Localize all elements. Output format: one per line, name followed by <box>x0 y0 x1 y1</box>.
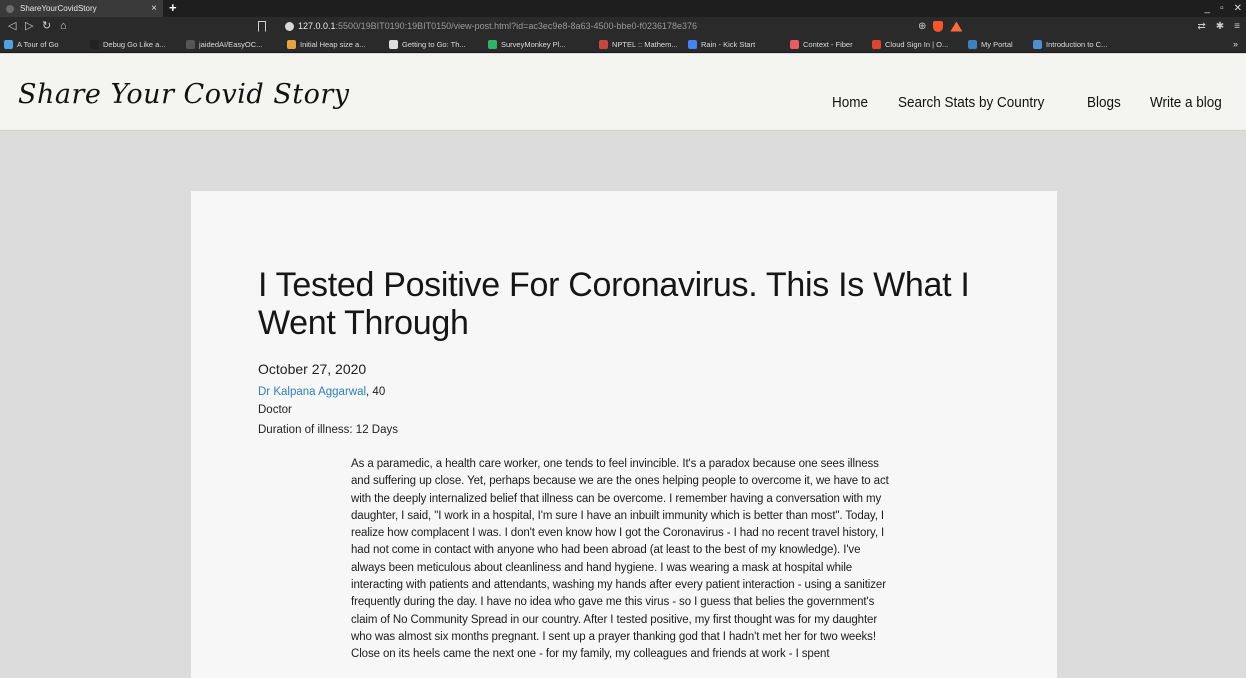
bookmark-favicon-icon <box>4 40 13 49</box>
address-bar-actions: ⊕ <box>918 17 963 36</box>
nav-write-blog-link[interactable]: Write a blog <box>1150 94 1222 111</box>
bookmark-item[interactable]: A Tour of Go <box>4 36 59 53</box>
bookmarks-bar: » A Tour of Go Debug Go Like a... jaidedAI… <box>0 36 1246 53</box>
bookmark-item[interactable]: NPTEL :: Mathem... <box>599 36 678 53</box>
bookmark-favicon-icon <box>1033 40 1042 49</box>
bookmark-favicon-icon <box>287 40 296 49</box>
brave-rewards-icon[interactable] <box>950 21 963 32</box>
bookmark-item[interactable]: Cloud Sign In | O... <box>872 36 948 53</box>
bookmark-item[interactable]: Introduction to C... <box>1033 36 1107 53</box>
author-profession: Doctor <box>258 404 292 416</box>
post-date: October 27, 2020 <box>258 361 367 377</box>
illness-duration: Duration of illness: 12 Days <box>258 424 398 436</box>
bookmark-favicon-icon <box>488 40 497 49</box>
bookmark-label: jaidedAI/EasyOC... <box>199 40 263 49</box>
home-icon[interactable]: ⌂ <box>60 17 67 36</box>
new-tab-button[interactable]: + <box>169 0 177 16</box>
post-body: As a paramedic, a health care worker, on… <box>351 458 889 661</box>
post-card: I Tested Positive For Coronavirus. This … <box>191 191 1057 678</box>
extensions-area: ⇄ ✱ ≡ <box>1197 17 1240 36</box>
reload-icon[interactable]: ↻ <box>42 17 51 36</box>
bookmark-item[interactable]: Debug Go Like a... <box>90 36 166 53</box>
bookmark-label: Initial Heap size a... <box>300 40 366 49</box>
bookmark-item[interactable]: Context - Fiber <box>790 36 853 53</box>
author-age: , 40 <box>366 386 386 398</box>
extension-icon[interactable]: ⇄ <box>1197 17 1205 36</box>
site-header: Share Your Covid Story Home Search Stats… <box>0 54 1246 131</box>
bookmark-label: Debug Go Like a... <box>103 40 166 49</box>
forward-icon[interactable]: ▷ <box>25 17 33 36</box>
url-host: 127.0.0.1 <box>298 21 336 31</box>
bookmark-favicon-icon <box>688 40 697 49</box>
bookmark-favicon-icon <box>599 40 608 49</box>
menu-icon[interactable]: ≡ <box>1234 17 1240 36</box>
bookmark-label: SurveyMonkey Pl... <box>501 40 566 49</box>
bookmark-item[interactable]: My Portal <box>968 36 1013 53</box>
bookmark-item[interactable]: Initial Heap size a... <box>287 36 365 53</box>
bookmark-label: A Tour of Go <box>17 40 59 49</box>
nav-blogs-link[interactable]: Blogs <box>1087 94 1121 111</box>
bookmark-favicon-icon <box>90 40 99 49</box>
bookmark-label: Getting to Go: Th... <box>402 40 466 49</box>
post-title: I Tested Positive For Coronavirus. This … <box>258 266 970 342</box>
bookmark-favicon-icon <box>186 40 195 49</box>
site-info-icon[interactable] <box>285 22 294 31</box>
bookmark-item[interactable]: SurveyMonkey Pl... <box>488 36 566 53</box>
tab-close-icon[interactable]: × <box>151 0 157 17</box>
bookmark-label: Cloud Sign In | O... <box>885 40 949 49</box>
bookmark-label: My Portal <box>981 40 1013 49</box>
bookmark-favicon-icon <box>872 40 881 49</box>
brave-shield-icon[interactable] <box>933 21 944 32</box>
puzzle-icon[interactable]: ✱ <box>1216 17 1224 36</box>
zoom-icon[interactable]: ⊕ <box>918 17 926 36</box>
browser-tab[interactable]: ShareYourCovidStory × <box>0 0 163 17</box>
site-nav: Home Search Stats by Country Blogs Write… <box>832 94 1230 111</box>
bookmarks-more-icon[interactable]: » <box>1233 36 1238 53</box>
bookmark-item[interactable]: Rain - Kick Start <box>688 36 755 53</box>
window-controls: _ ▫ ✕ <box>1205 0 1243 17</box>
bookmark-page-icon[interactable] <box>258 21 266 32</box>
close-window-button[interactable]: ✕ <box>1234 0 1242 17</box>
maximize-button[interactable]: ▫ <box>1220 0 1224 17</box>
minimize-button[interactable]: _ <box>1205 0 1211 17</box>
author-link[interactable]: Dr Kalpana Aggarwal <box>258 386 366 398</box>
bookmark-item[interactable]: jaidedAI/EasyOC... <box>186 36 262 53</box>
address-bar[interactable]: 127.0.0.1:5500/19BIT0190:19BIT0150/view-… <box>298 17 697 36</box>
bookmark-favicon-icon <box>790 40 799 49</box>
tab-title: ShareYourCovidStory <box>20 4 97 13</box>
url-path: :5500/19BIT0190:19BIT0150/view-post.html… <box>335 21 698 31</box>
bookmark-label: Rain - Kick Start <box>701 40 756 49</box>
bookmark-label: Context - Fiber <box>803 40 853 49</box>
tab-favicon-icon <box>6 5 14 13</box>
back-icon[interactable]: ◁ <box>8 17 16 36</box>
bookmark-favicon-icon <box>389 40 398 49</box>
nav-search-stats-link[interactable]: Search Stats by Country <box>898 94 1044 111</box>
bookmark-label: NPTEL :: Mathem... <box>612 40 678 49</box>
bookmark-item[interactable]: Getting to Go: Th... <box>389 36 466 53</box>
browser-nav-bar: ◁ ▷ ↻ ⌂ 127.0.0.1:5500/19BIT0190:19BIT01… <box>0 17 1246 36</box>
browser-tab-bar: ShareYourCovidStory × + _ ▫ ✕ <box>0 0 1246 17</box>
bookmark-favicon-icon <box>968 40 977 49</box>
site-logo[interactable]: Share Your Covid Story <box>18 79 350 110</box>
nav-home-link[interactable]: Home <box>832 94 868 111</box>
author-line: Dr Kalpana Aggarwal, 40 <box>258 386 385 398</box>
bookmark-label: Introduction to C... <box>1046 40 1108 49</box>
